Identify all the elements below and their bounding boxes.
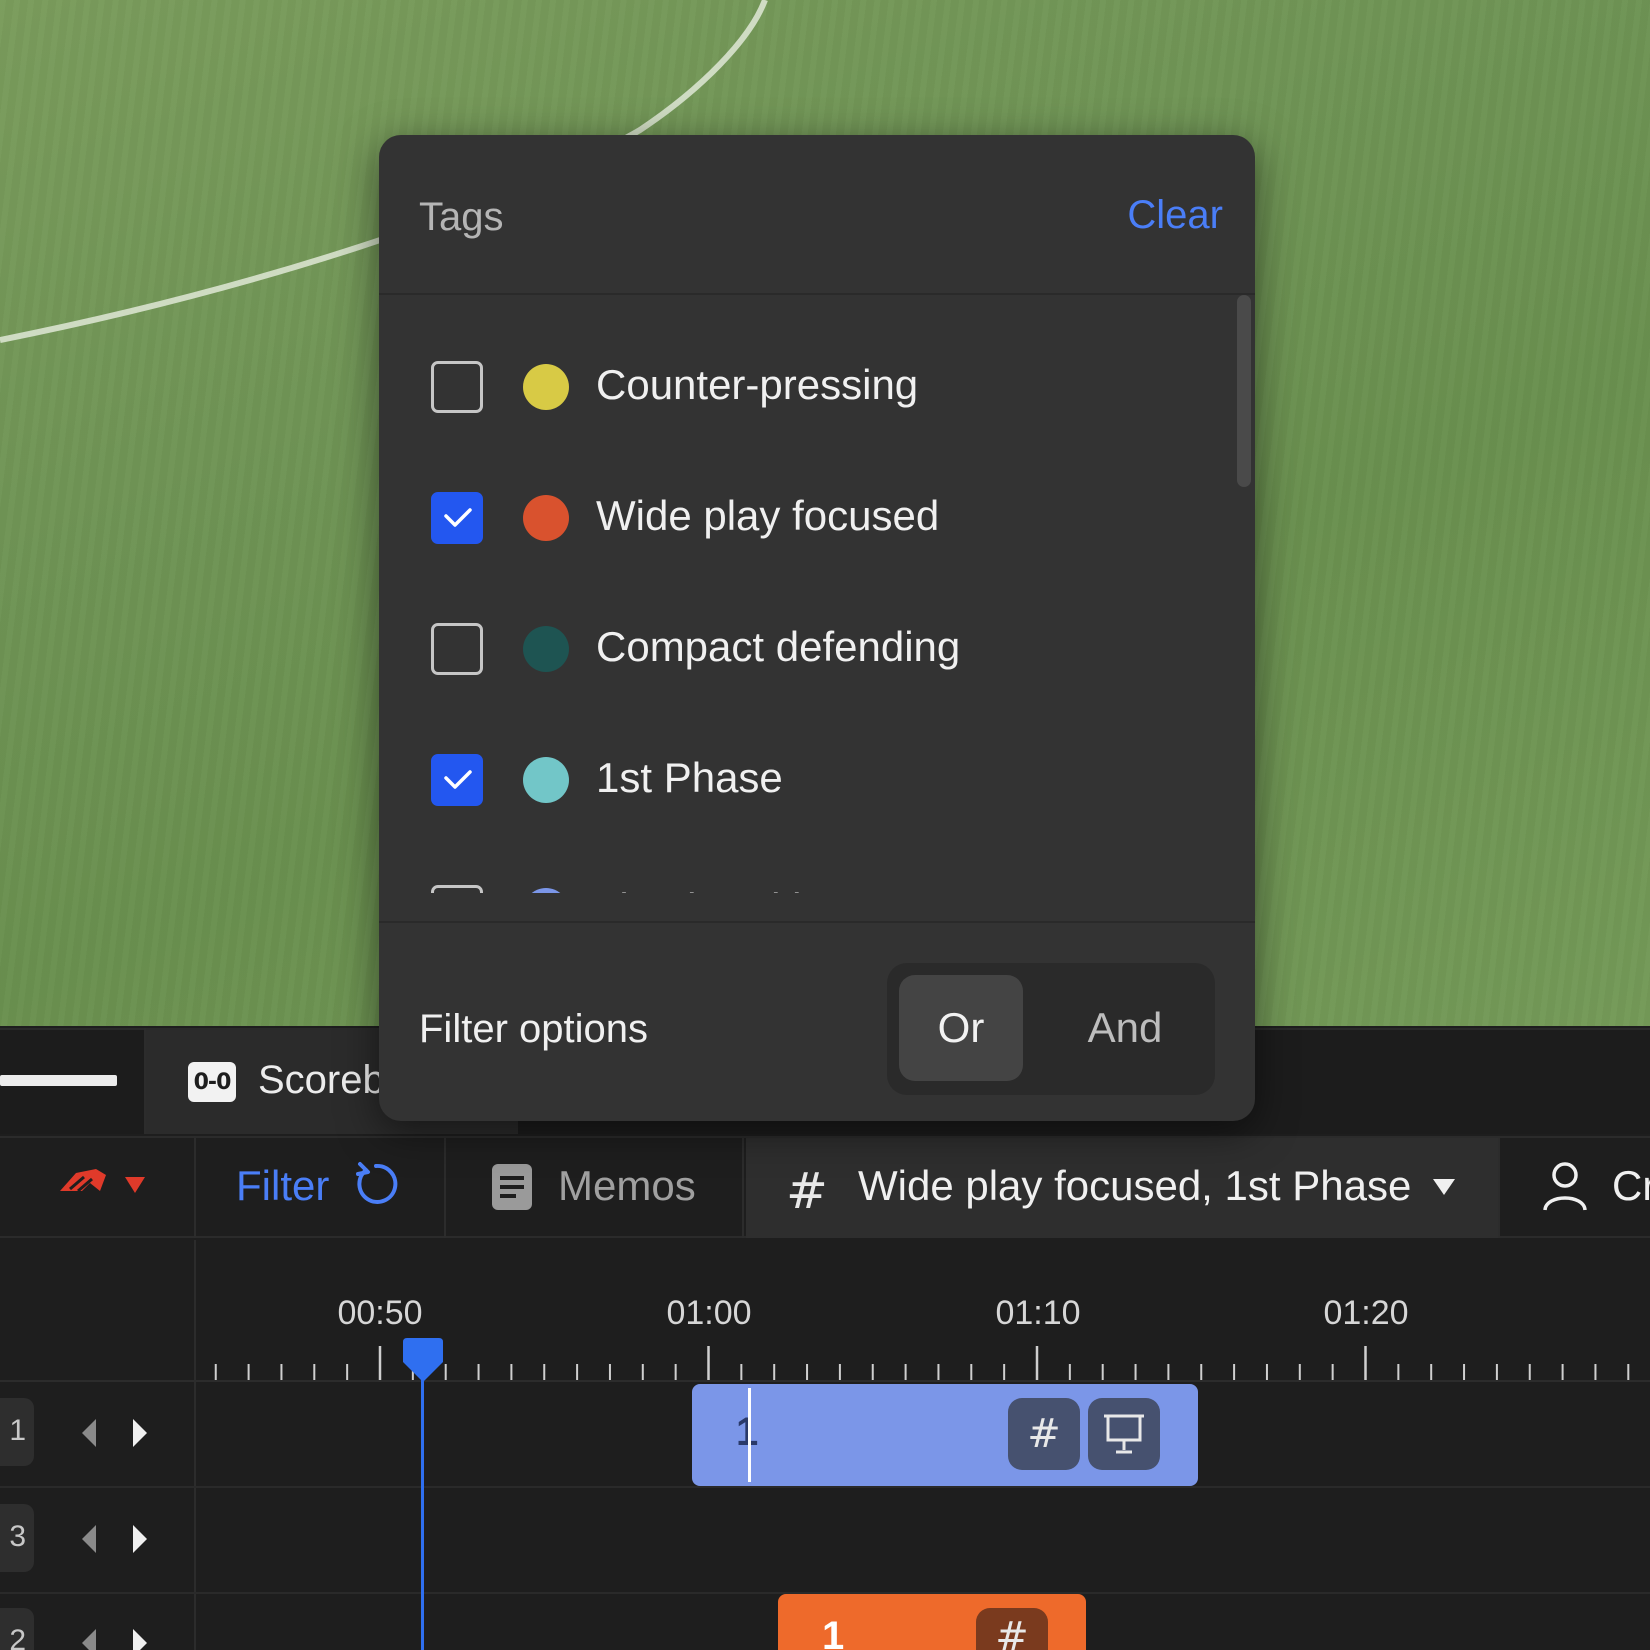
track-header-divider <box>194 1240 196 1650</box>
tag-label: Counter-pressing <box>596 361 919 408</box>
timeline-clip[interactable]: 1 # <box>692 1384 1198 1486</box>
tag-row[interactable]: Line breaking movement <box>379 855 1239 893</box>
tag-label: 1st Phase <box>596 754 783 801</box>
tag-filter-selector-label: Wide play focused, 1st Phase <box>858 1162 1412 1209</box>
playhead-line <box>421 1376 424 1650</box>
tag-row[interactable]: Counter-pressing <box>379 331 1239 441</box>
previous-arrow-icon[interactable] <box>80 1628 98 1650</box>
scoreboard-icon: 0-0 <box>188 1062 236 1102</box>
caret-down-icon <box>1433 1179 1455 1195</box>
caret-down-icon[interactable] <box>124 1176 146 1194</box>
tag-list[interactable]: Counter-pressing Wide play focused Compact… <box>379 297 1255 893</box>
divider <box>444 1138 446 1238</box>
divider <box>379 921 1255 923</box>
track-label[interactable]: 2 <box>0 1608 34 1650</box>
time-tick-label: 01:00 <box>666 1294 752 1332</box>
tag-row[interactable]: Wide play focused <box>379 462 1239 572</box>
memos-button[interactable]: Memos <box>558 1162 696 1210</box>
divider <box>1498 1138 1500 1238</box>
clip-trim-cursor[interactable] <box>748 1388 751 1482</box>
tag-checkbox[interactable] <box>431 885 483 893</box>
tag-row[interactable]: Compact defending <box>379 593 1239 703</box>
tag-checkbox[interactable] <box>431 361 483 413</box>
screen-icon[interactable] <box>1088 1398 1160 1470</box>
tag-color-dot <box>523 626 569 672</box>
hash-icon[interactable]: # <box>1008 1398 1080 1470</box>
tag-checkbox[interactable] <box>431 623 483 675</box>
creator-filter-label[interactable]: Cr <box>1612 1162 1650 1210</box>
filter-mode-or-button[interactable]: Or <box>899 975 1023 1081</box>
tag-color-dot <box>523 364 569 410</box>
time-tick-label: 01:20 <box>1323 1294 1409 1332</box>
previous-arrow-icon[interactable] <box>80 1524 98 1554</box>
filter-mode-toggle: Or And <box>887 963 1215 1095</box>
tag-color-dot <box>523 888 569 893</box>
popup-title: Tags <box>419 195 504 239</box>
tag-label: Compact defending <box>596 623 961 670</box>
person-icon[interactable] <box>1540 1160 1590 1212</box>
next-arrow-icon[interactable] <box>131 1628 149 1650</box>
filter-button[interactable]: Filter <box>236 1162 329 1210</box>
checkmark-icon <box>444 770 472 789</box>
tag-label: Line breaking movement <box>596 885 1056 893</box>
tag-checkbox[interactable] <box>431 754 483 806</box>
tag-color-dot <box>523 495 569 541</box>
divider <box>379 293 1255 295</box>
time-tick-label: 00:50 <box>337 1294 423 1332</box>
tag-color-dot <box>523 757 569 803</box>
filter-mode-and-button[interactable]: And <box>1055 975 1195 1081</box>
tag-checkbox[interactable] <box>431 492 483 544</box>
memo-icon <box>492 1164 532 1210</box>
previous-arrow-icon[interactable] <box>80 1418 98 1448</box>
divider <box>194 1138 196 1238</box>
time-tick-label: 01:10 <box>995 1294 1081 1332</box>
ruler-baseline <box>0 1380 1650 1382</box>
clip-number: 1 <box>822 1614 845 1650</box>
next-arrow-icon[interactable] <box>131 1524 149 1554</box>
next-arrow-icon[interactable] <box>131 1418 149 1448</box>
hash-icon[interactable]: # <box>976 1608 1048 1650</box>
track-separator <box>0 1486 1650 1488</box>
clear-button[interactable]: Clear <box>1127 193 1223 238</box>
filter-options-label: Filter options <box>419 1007 648 1051</box>
tag-filter-popup: Tags Clear Counter-pressing Wide play foc… <box>379 135 1255 1121</box>
divider <box>742 1138 744 1238</box>
hash-icon: # <box>786 1162 828 1220</box>
track-label[interactable]: 3 <box>0 1504 34 1572</box>
playhead-handle[interactable] <box>399 1338 447 1386</box>
team-logo-icon[interactable] <box>56 1165 110 1197</box>
checkmark-icon <box>444 508 472 527</box>
reset-icon[interactable] <box>352 1160 400 1208</box>
track-label[interactable]: 1 <box>0 1398 34 1466</box>
scrollbar[interactable] <box>1237 295 1251 487</box>
timeline-clip[interactable]: 1 # <box>778 1594 1086 1650</box>
tag-label: Wide play focused <box>596 492 940 539</box>
tag-row[interactable]: 1st Phase <box>379 724 1239 834</box>
progress-bar[interactable] <box>0 1075 117 1086</box>
